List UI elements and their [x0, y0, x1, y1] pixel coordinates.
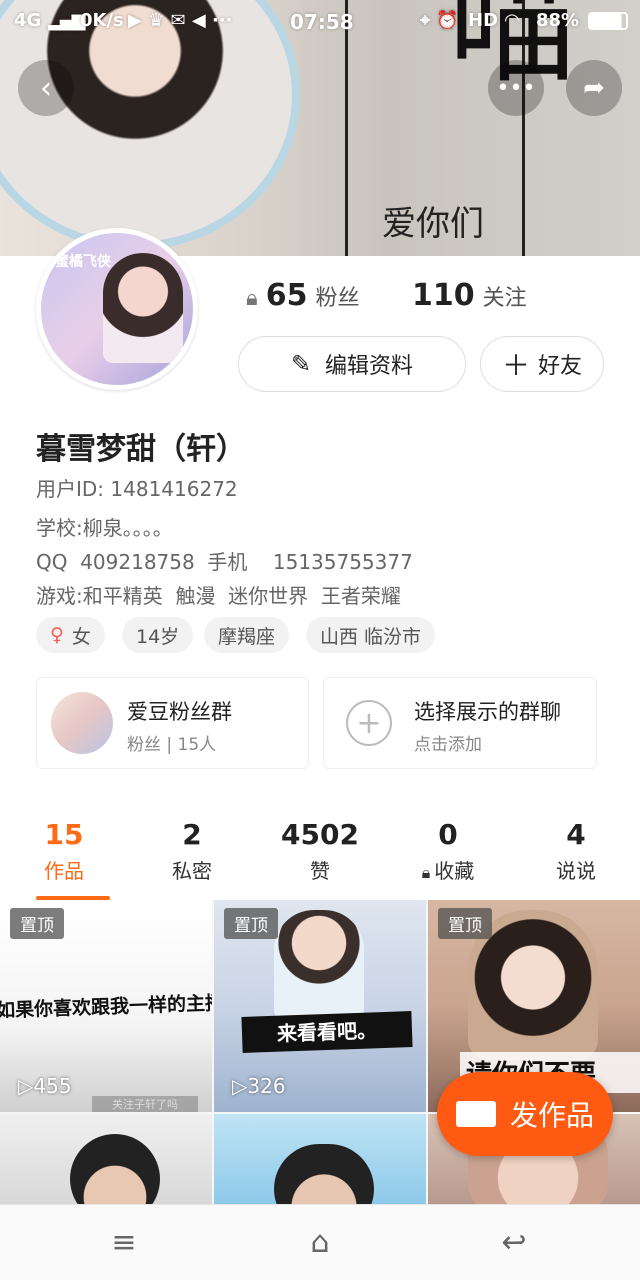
tile-subcaption: 关注子轩了吗 — [92, 1096, 198, 1112]
gender-tag: ♀ 女 — [36, 617, 105, 653]
add-circle-icon: + — [346, 700, 392, 746]
location-alarm-icons: ⌖ ⏰ — [420, 10, 459, 31]
tab-likes-label: 赞 — [310, 859, 330, 883]
tab-posts-label: 说说 — [556, 859, 596, 883]
return-icon[interactable]: ↩ — [494, 1222, 534, 1262]
more-icon[interactable]: ••• — [488, 60, 544, 116]
tab-works-count: 15 — [44, 818, 84, 851]
tab-private-count: 2 — [182, 818, 202, 851]
lock-icon: 🔒︎ — [246, 286, 258, 311]
view-count: ▷455 — [18, 1074, 72, 1098]
network-label: 4G — [14, 10, 42, 31]
fans-stat[interactable]: 🔒︎ 65 粉丝 — [246, 278, 359, 313]
select-group-card[interactable]: + 选择展示的群聊 点击添加 — [323, 677, 597, 769]
plus-icon: ＋ — [501, 349, 530, 382]
follow-count: 110 — [412, 278, 475, 313]
tile-photo — [70, 1134, 160, 1204]
follow-label: 关注 — [482, 286, 527, 311]
group-avatar — [51, 692, 113, 754]
fans-count: 65 — [265, 278, 308, 313]
video-tile[interactable] — [0, 1114, 212, 1204]
tab-likes[interactable]: 4502 赞 — [256, 818, 384, 884]
video-tile[interactable]: 置顶 如果你喜欢跟我一样的主播 ▷455 关注子轩了吗 — [0, 900, 212, 1112]
user-name: 暮雪梦甜（轩） — [36, 432, 246, 467]
view-count: ▷326 — [232, 1074, 286, 1098]
tab-favorites-count: 0 — [438, 818, 458, 851]
edit-profile-button[interactable]: ✎ 编辑资料 — [238, 336, 466, 392]
home-icon[interactable]: ⌂ — [300, 1222, 340, 1262]
menu-icon[interactable]: ≡ — [104, 1222, 144, 1262]
play-icon: ▷ — [232, 1074, 248, 1098]
banner-caption: 爱你们 — [382, 204, 484, 244]
view-count-value: 455 — [33, 1074, 72, 1098]
tile-photo — [274, 910, 364, 1020]
pinned-badge: 置顶 — [438, 908, 492, 939]
location-tag: 山西 临汾市 — [306, 617, 436, 653]
share-icon[interactable]: ➦ — [566, 60, 622, 116]
wifi-icon: ◠ — [505, 10, 519, 31]
back-arrow-icon[interactable]: ‹ — [18, 60, 74, 116]
clock: 07:58 — [290, 10, 354, 34]
female-icon: ♀ — [50, 624, 64, 646]
video-tile[interactable]: 置顶 来看看吧。 ▷326 — [214, 900, 426, 1112]
tab-likes-count: 4502 — [281, 818, 359, 851]
battery-icon — [588, 12, 628, 30]
net-speed: 0K/s — [80, 10, 124, 31]
tab-works[interactable]: 15 作品 — [0, 818, 128, 884]
view-count-value: 326 — [247, 1074, 286, 1098]
publish-label: 发作品 — [509, 1099, 594, 1132]
select-group-sub: 点击添加 — [414, 735, 482, 755]
tab-favorites-label: 🔒︎ 收藏 — [384, 855, 512, 884]
tab-private-label: 私密 — [172, 859, 212, 883]
add-friend-label: 好友 — [538, 354, 583, 379]
tab-favorites[interactable]: 0 🔒︎ 收藏 — [384, 818, 512, 884]
tab-posts-count: 4 — [566, 818, 586, 851]
avatar-photo — [103, 253, 183, 363]
zodiac-tag: 摩羯座 — [204, 617, 290, 653]
avatar-badge-text: 蜜橘飞侠 — [55, 254, 111, 270]
fans-label: 粉丝 — [315, 286, 360, 311]
follow-stat[interactable]: 110 关注 — [412, 278, 527, 313]
fan-group-title: 爱豆粉丝群 — [127, 700, 232, 724]
user-id: 用户ID: 1481416272 — [36, 477, 238, 501]
video-tile[interactable] — [214, 1114, 426, 1204]
notification-icons: ▶ ♛ ✉ ◀ ··· — [128, 10, 233, 31]
age-tag: 14岁 — [122, 617, 194, 653]
games-info: 游戏:和平精英 触漫 迷你世界 王者荣耀 — [36, 584, 401, 608]
gender-label: 女 — [71, 625, 91, 648]
signal-icon: ▂▄▆ — [48, 10, 86, 31]
edit-profile-label: 编辑资料 — [325, 354, 414, 379]
pinned-badge: 置顶 — [10, 908, 64, 939]
fan-group-sub: 粉丝 | 15人 — [127, 735, 217, 755]
select-group-title: 选择展示的群聊 — [414, 700, 561, 724]
add-friend-button[interactable]: ＋ 好友 — [480, 336, 604, 392]
tab-favorites-text: 收藏 — [434, 859, 475, 883]
edit-icon: ✎ — [290, 350, 312, 378]
pinned-badge: 置顶 — [224, 908, 278, 939]
avatar[interactable]: 蜜橘飞侠 — [36, 228, 198, 390]
fan-group-card[interactable]: 爱豆粉丝群 粉丝 | 15人 — [36, 677, 309, 769]
publish-button[interactable]: 发作品 — [437, 1072, 613, 1156]
lock-icon: 🔒︎ — [421, 863, 431, 882]
tab-posts[interactable]: 4 说说 — [512, 818, 640, 884]
video-camera-icon — [455, 1101, 496, 1127]
play-icon: ▷ — [18, 1074, 34, 1098]
tab-works-label: 作品 — [44, 859, 84, 883]
tab-private[interactable]: 2 私密 — [128, 818, 256, 884]
battery-percent: 88% — [536, 10, 580, 31]
tile-caption: 如果你喜欢跟我一样的主播 — [0, 992, 212, 1023]
tile-caption: 来看看吧。 — [241, 1011, 413, 1053]
hd-label: HD — [468, 10, 499, 31]
status-bar: 4G ▂▄▆ 0K/s ▶ ♛ ✉ ◀ ··· 07:58 ⌖ ⏰ HD ◠ 8… — [0, 0, 640, 44]
contact-info: QQ 409218758 手机 15135755377 — [36, 550, 413, 574]
school-info: 学校:柳泉。。。。 — [36, 516, 173, 540]
tile-photo — [274, 1144, 374, 1204]
